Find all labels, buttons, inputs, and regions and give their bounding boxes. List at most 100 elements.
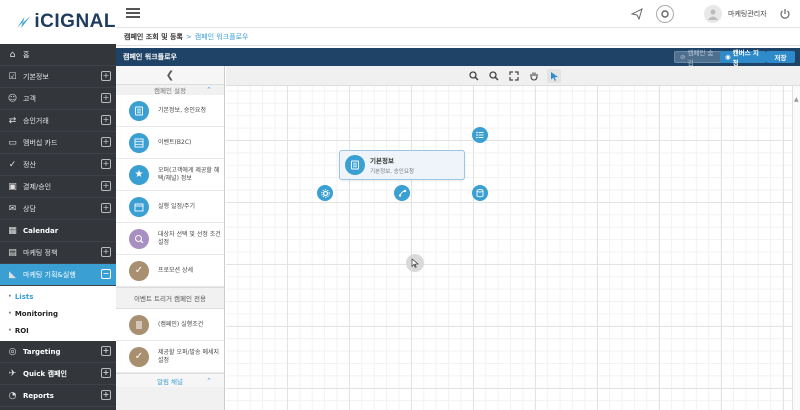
document-icon <box>345 155 365 175</box>
sidebar-item-payment[interactable]: ▣ 결제/승인 + <box>0 176 116 198</box>
node-subtitle: 기본정보, 승인요청 <box>370 169 414 175</box>
home-icon: ⌂ <box>9 49 16 60</box>
expand-icon[interactable]: + <box>101 137 111 147</box>
megaphone-icon: ◣ <box>9 269 16 280</box>
sidebar-item-quick[interactable]: ✈ Quick 캠페인 + <box>0 363 116 385</box>
avatar[interactable] <box>704 5 722 23</box>
palette-item[interactable]: 기본정보, 승인요청 <box>116 95 224 127</box>
expand-icon[interactable]: + <box>101 247 111 257</box>
palette-item[interactable]: ✓ 제공할 오퍼/발송 메세지 설정 <box>116 341 224 373</box>
palette-section-alert-channel[interactable]: 알림 채널 ⌃ <box>116 373 224 387</box>
zoom-in-icon[interactable] <box>467 69 481 83</box>
card-icon: ▭ <box>8 137 17 148</box>
select-pointer-icon[interactable] <box>547 69 561 83</box>
node-settings-handle-icon[interactable] <box>317 185 333 201</box>
node-list-handle-icon[interactable] <box>472 127 488 143</box>
policy-icon: ▤ <box>8 247 17 258</box>
list-icon <box>129 132 149 153</box>
calendar-icon: ▦ <box>8 225 17 236</box>
node-connect-handle-icon[interactable] <box>394 185 410 201</box>
logo-text: iCIGNAL <box>34 11 116 32</box>
canvas-icon: ◉ <box>725 53 731 61</box>
palette-group-trigger: 이벤트 트리거 캠페인 전용 <box>116 287 224 309</box>
target-icon: ◎ <box>8 346 17 357</box>
hide-icon: ⊘ <box>680 53 686 61</box>
sidebar-item-home[interactable]: ⌂ 홈 <box>0 44 116 66</box>
sub-menu: • Lists • Monitoring • ROI <box>0 286 116 341</box>
pan-hand-icon[interactable] <box>527 69 541 83</box>
fit-screen-icon[interactable] <box>507 69 521 83</box>
expand-icon[interactable]: + <box>101 115 111 125</box>
sidebar-item-settlement[interactable]: ✓ 정산 + <box>0 154 116 176</box>
sidebar-item-customer[interactable]: ☺ 고객 + <box>0 88 116 110</box>
sidebar-item-info[interactable]: ☑ 기본정보 + <box>0 66 116 88</box>
power-icon[interactable] <box>776 5 794 23</box>
palette-collapse-icon[interactable]: ❮ <box>116 66 224 85</box>
sub-item-monitoring[interactable]: • Monitoring <box>0 305 116 322</box>
node-title: 기본정보 <box>370 157 394 165</box>
hamburger-menu-icon[interactable] <box>126 6 140 20</box>
trigger-icon <box>129 314 149 335</box>
star-icon: ★ <box>129 164 149 185</box>
check-icon: ✓ <box>129 260 149 281</box>
breadcrumb-level1[interactable]: 캠페인 조회 및 등록 <box>124 32 183 42</box>
node-db-handle-icon[interactable] <box>472 185 488 201</box>
chevron-up-icon: ⌃ <box>206 376 212 385</box>
expand-icon[interactable]: + <box>101 181 111 191</box>
expand-icon[interactable]: + <box>101 93 111 103</box>
info-icon: ☑ <box>8 71 17 82</box>
person-search-icon <box>129 228 149 249</box>
palette-item[interactable]: 실행 일정/주기 <box>116 191 224 223</box>
settings-icon[interactable] <box>656 5 674 23</box>
breadcrumb-level2[interactable]: 캠페인 워크플로우 <box>195 32 249 42</box>
zoom-out-icon[interactable] <box>487 69 501 83</box>
chat-icon: ✉ <box>8 203 17 214</box>
sub-item-lists[interactable]: • Lists <box>0 288 116 305</box>
top-bar: 마케팅관리자 <box>116 0 800 28</box>
expand-icon[interactable]: + <box>101 159 111 169</box>
sidebar-item-card[interactable]: ▭ 멤버십 카드 + <box>0 132 116 154</box>
sidebar-item-chat[interactable]: ✉ 상담 + <box>0 198 116 220</box>
sidebar-item-megaphone[interactable]: ◣ 마케팅 기획&실행 − <box>0 264 116 286</box>
settlement-icon: ✓ <box>8 159 17 170</box>
sidebar: iCIGNAL ⌂ 홈 ☑ 기본정보 + ☺ 고객 + ⇄ 승인거래 + ▭ 멤… <box>0 0 116 410</box>
vertical-scrollbar[interactable]: ▲ <box>792 86 800 410</box>
palette-item[interactable]: (캠페인) 실행조건 <box>116 309 224 341</box>
logo[interactable]: iCIGNAL <box>0 0 116 44</box>
chevron-up-icon: ⌃ <box>206 86 212 94</box>
sub-item-roi[interactable]: • ROI <box>0 322 116 339</box>
expand-icon[interactable]: + <box>101 203 111 213</box>
send-icon[interactable] <box>628 5 646 23</box>
sidebar-item-target[interactable]: ◎ Targeting + <box>0 341 116 363</box>
expand-icon[interactable]: + <box>101 346 111 356</box>
sidebar-item-report[interactable]: ◔ Reports + <box>0 385 116 407</box>
save-button[interactable]: 저장 <box>766 51 795 63</box>
user-name[interactable]: 마케팅관리자 <box>728 9 767 19</box>
expand-icon[interactable]: + <box>101 368 111 378</box>
breadcrumb: 캠페인 조회 및 등록 > 캠페인 워크플로우 <box>116 28 800 46</box>
payment-icon: ▣ <box>8 181 17 192</box>
canvas-setting-button[interactable]: ◉ 캔버스 지정 <box>720 49 766 67</box>
hide-campaign-button[interactable]: ⊘ 캠페인 숨김 <box>674 49 722 67</box>
sidebar-item-transaction[interactable]: ⇄ 승인거래 + <box>0 110 116 132</box>
expand-icon[interactable]: + <box>101 390 111 400</box>
calendar-icon <box>129 196 149 217</box>
palette-item[interactable]: ✓ 프로모션 상세 <box>116 255 224 287</box>
expand-icon[interactable]: + <box>101 71 111 81</box>
sidebar-item-calendar[interactable]: ▦ Calendar <box>0 220 116 242</box>
palette-item[interactable]: 대상자 선택 및 선정 조건 설정 <box>116 223 224 255</box>
palette-item[interactable]: 이벤트(B2C) <box>116 127 224 159</box>
logo-mark-icon <box>16 16 31 28</box>
workflow-canvas[interactable]: 기본정보 기본정보, 승인요청 ▲ <box>226 66 800 410</box>
report-icon: ◔ <box>8 390 17 401</box>
document-icon <box>129 100 149 121</box>
sidebar-item-policy[interactable]: ▤ 마케팅 정책 + <box>0 242 116 264</box>
workflow-node-basic-info[interactable]: 기본정보 기본정보, 승인요청 <box>339 150 465 180</box>
palette-section-campaign[interactable]: 캠페인 설정 ⌃ <box>116 85 224 95</box>
scroll-up-icon[interactable]: ▲ <box>794 96 799 103</box>
check-icon: ✓ <box>129 346 149 367</box>
transaction-icon: ⇄ <box>8 115 17 126</box>
palette-item[interactable]: ★ 오퍼(고객에게 제공할 혜택/채널) 정보 <box>116 159 224 191</box>
quick-icon: ✈ <box>8 368 17 379</box>
collapse-icon[interactable]: − <box>101 269 111 279</box>
